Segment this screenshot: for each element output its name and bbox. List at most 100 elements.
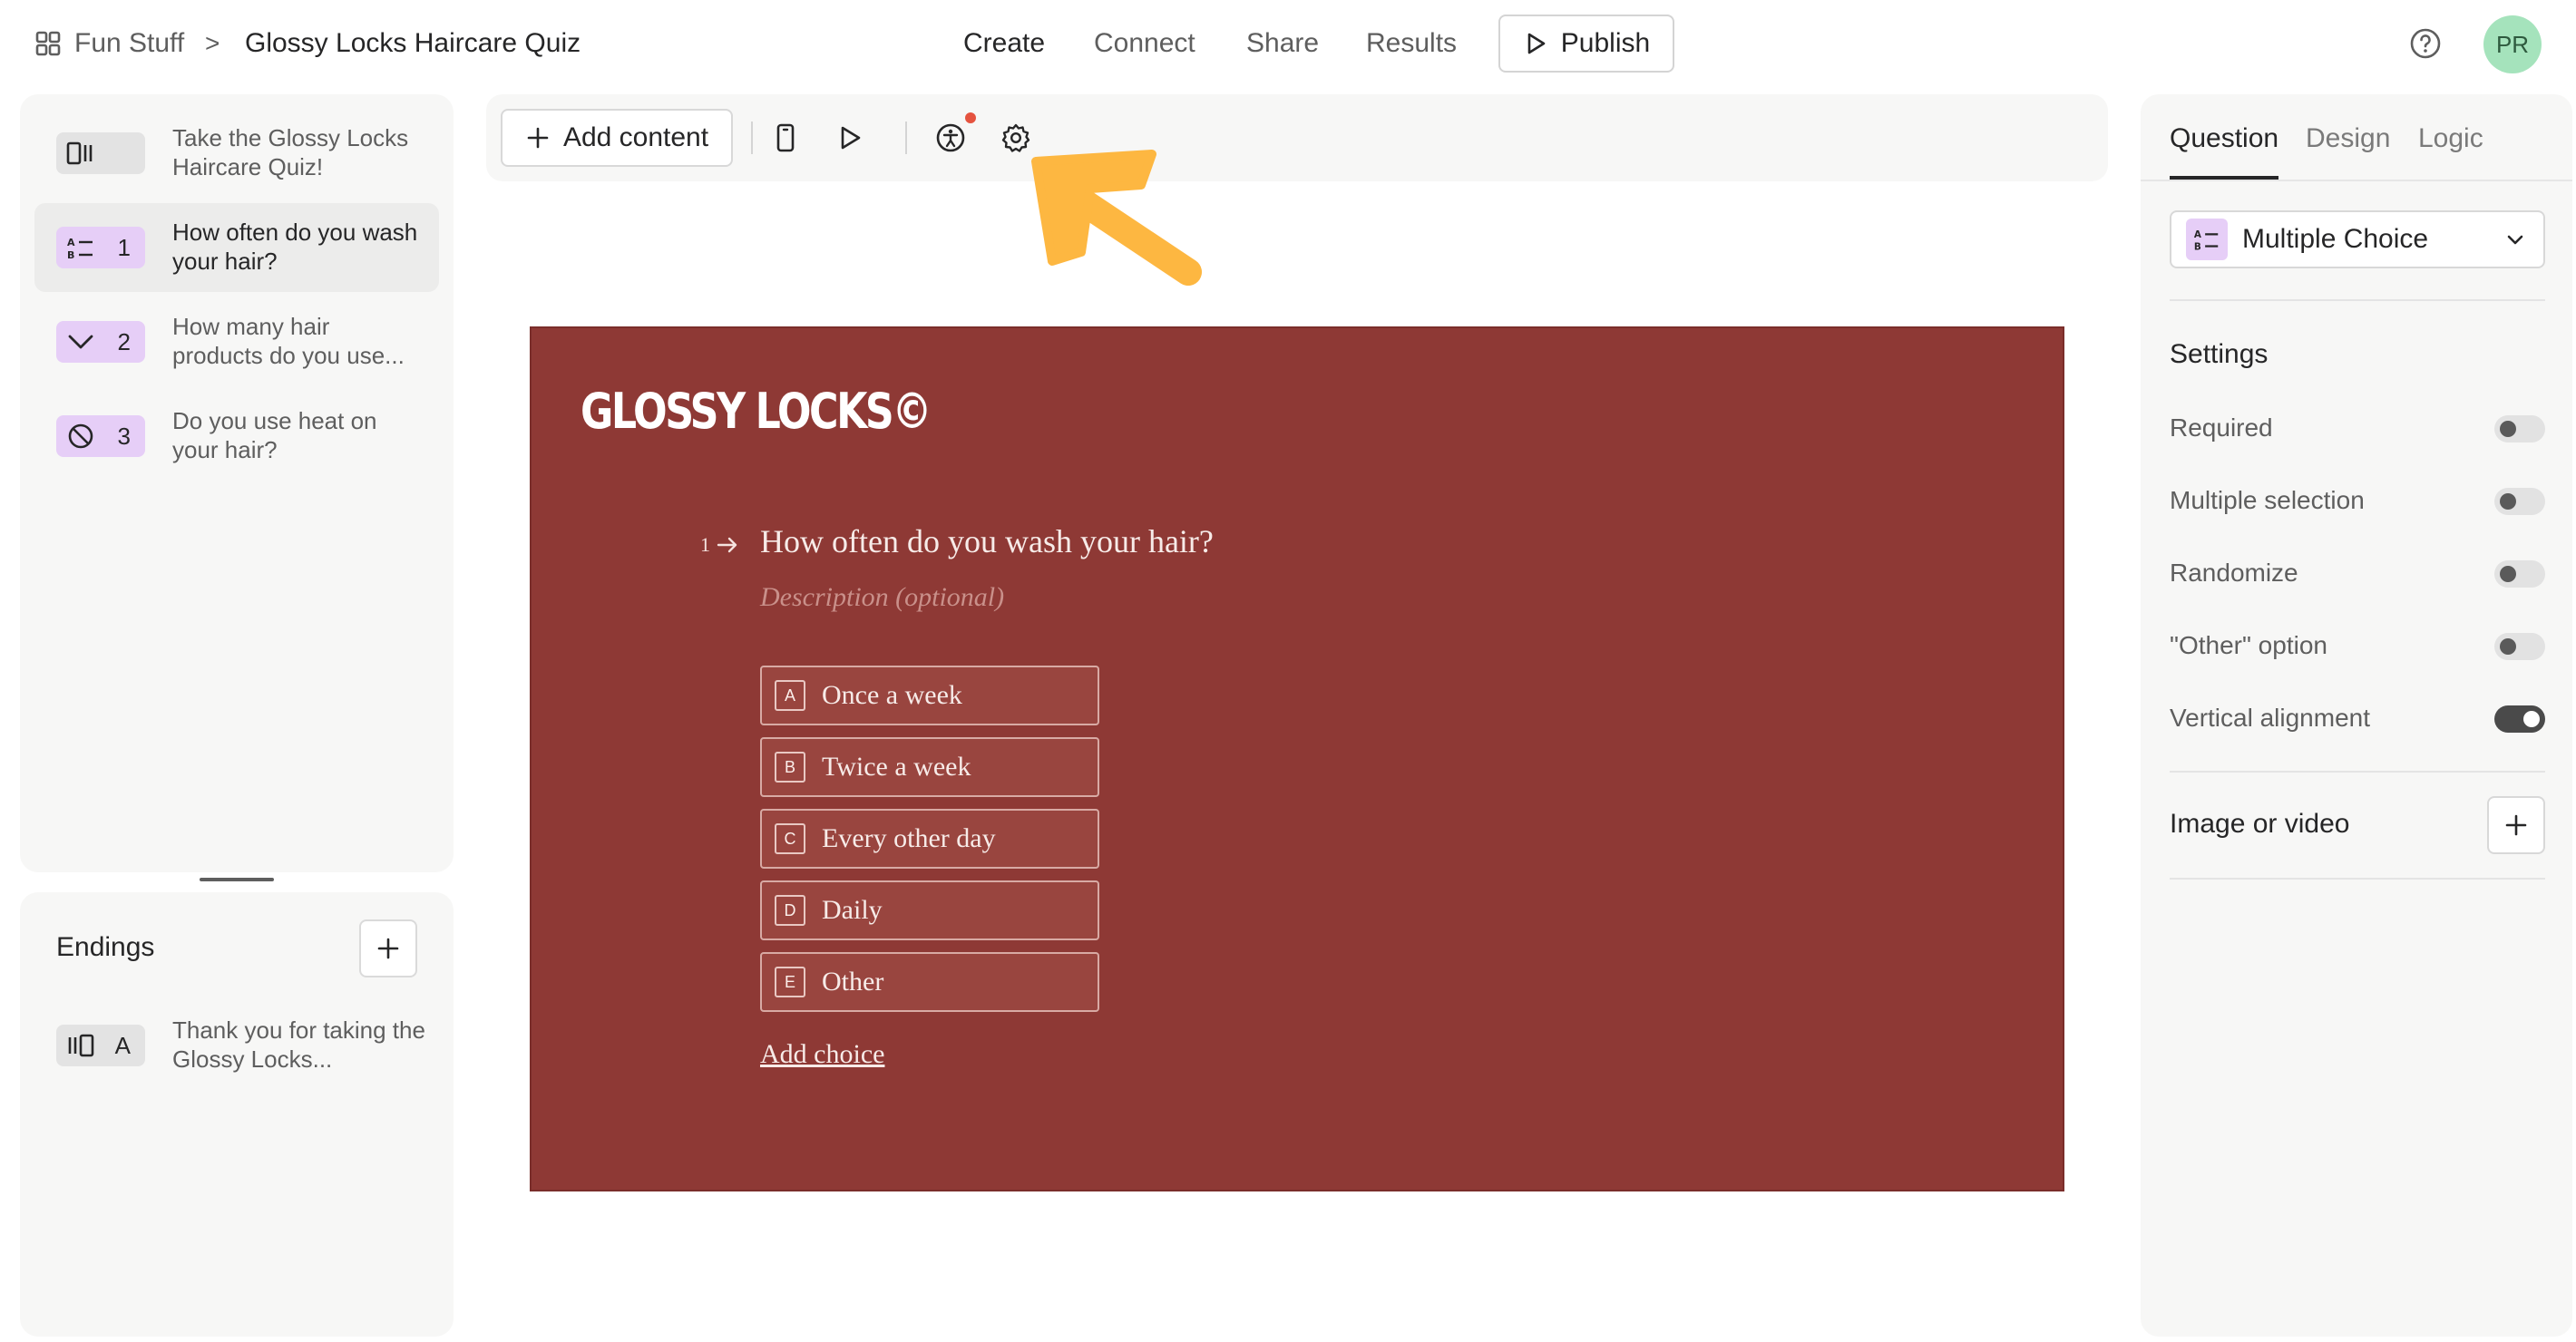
question-type-select[interactable]: A B Multiple Choice xyxy=(2170,210,2545,268)
question-list-text: Take the Glossy Locks Haircare Quiz! xyxy=(172,124,409,180)
question-number: 2 xyxy=(117,328,131,355)
plus-icon xyxy=(527,127,549,149)
question-title[interactable]: How often do you wash your hair? xyxy=(760,522,1214,560)
question-list-text: Do you use heat on your hair? xyxy=(172,407,377,463)
setting-randomize: Randomize xyxy=(2170,555,2545,591)
nav-share[interactable]: Share xyxy=(1246,24,1319,63)
choice-key: E xyxy=(775,967,805,997)
svg-text:B: B xyxy=(2194,241,2201,252)
avatar[interactable]: PR xyxy=(2483,15,2542,73)
top-bar: Fun Stuff > Glossy Locks Haircare Quiz C… xyxy=(0,0,2576,91)
breadcrumb-workspace[interactable]: Fun Stuff xyxy=(34,24,184,63)
choice-e[interactable]: E Other xyxy=(760,952,1099,1012)
annotation-arrow-icon xyxy=(1031,150,1202,286)
plus-icon xyxy=(2505,814,2527,836)
breadcrumb-form-title[interactable]: Glossy Locks Haircare Quiz xyxy=(245,24,581,63)
preview-play-icon[interactable] xyxy=(831,120,867,156)
section-divider xyxy=(2170,878,2545,880)
setting-label: Multiple selection xyxy=(2170,486,2365,514)
question-list-item-1[interactable]: A B 1 How often do you wash your hair? xyxy=(34,203,439,292)
settings-title: Settings xyxy=(2170,339,2269,369)
add-content-label: Add content xyxy=(562,122,709,152)
question-list-panel: Take the Glossy Locks Haircare Quiz! A B… xyxy=(20,94,454,872)
question-list-text: How often do you wash your hair? xyxy=(172,219,418,275)
add-choice-link[interactable]: Add choice xyxy=(760,1039,884,1070)
chevron-down-icon xyxy=(2507,235,2523,245)
tabs-divider xyxy=(2141,180,2572,181)
choice-b[interactable]: B Twice a week xyxy=(760,737,1099,797)
editor-toolbar: Add content xyxy=(486,94,2108,181)
setting-label: "Other" option xyxy=(2170,631,2327,659)
question-type-badge: 3 xyxy=(56,415,145,457)
help-icon[interactable] xyxy=(2407,25,2444,62)
multiple-choice-icon: A B xyxy=(67,237,93,261)
play-icon xyxy=(1527,33,1546,54)
question-type-badge: 2 xyxy=(56,321,145,363)
choice-c[interactable]: C Every other day xyxy=(760,809,1099,869)
image-or-video-label: Image or video xyxy=(2170,809,2350,839)
question-list-item-welcome[interactable]: Take the Glossy Locks Haircare Quiz! xyxy=(34,109,439,198)
section-divider xyxy=(2170,771,2545,773)
question-number-indicator: 1 xyxy=(700,533,739,557)
publish-button[interactable]: Publish xyxy=(1498,15,1674,73)
form-preview-canvas: GLOSSY LOCKS© 1 How often do you wash yo… xyxy=(530,326,2064,1191)
choice-label: Twice a week xyxy=(822,752,971,782)
question-list-text: How many hair products do you use... xyxy=(172,313,405,369)
add-content-button[interactable]: Add content xyxy=(501,109,733,167)
workspace-label: Fun Stuff xyxy=(74,28,185,58)
grid-icon xyxy=(35,31,61,56)
notification-dot xyxy=(965,112,976,123)
other-option-toggle[interactable] xyxy=(2494,633,2545,660)
tab-logic[interactable]: Logic xyxy=(2418,123,2483,154)
toolbar-divider xyxy=(905,122,907,154)
section-divider xyxy=(2170,299,2545,301)
setting-vertical-alignment: Vertical alignment xyxy=(2170,700,2545,736)
accessibility-icon[interactable] xyxy=(932,120,969,156)
arrow-right-icon xyxy=(717,537,737,553)
setting-label: Required xyxy=(2170,413,2273,442)
randomize-toggle[interactable] xyxy=(2494,560,2545,588)
question-list-item-2[interactable]: 2 How many hair products do you use... xyxy=(34,297,439,386)
ending-screen-icon xyxy=(68,1034,94,1057)
question-number: 3 xyxy=(117,423,131,450)
required-toggle[interactable] xyxy=(2494,415,2545,442)
tab-question[interactable]: Question xyxy=(2170,123,2278,154)
setting-label: Randomize xyxy=(2170,559,2298,587)
nav-connect[interactable]: Connect xyxy=(1094,24,1195,63)
vertical-alignment-toggle[interactable] xyxy=(2494,705,2545,733)
question-number: 1 xyxy=(117,234,131,261)
setting-other-option: "Other" option xyxy=(2170,627,2545,664)
add-ending-button[interactable] xyxy=(359,919,417,977)
toolbar-divider xyxy=(751,122,753,154)
choice-d[interactable]: D Daily xyxy=(760,880,1099,940)
choice-label: Daily xyxy=(822,895,883,925)
question-type-badge: A B 1 xyxy=(56,227,145,268)
choice-label: Once a week xyxy=(822,680,962,710)
question-list-item-3[interactable]: 3 Do you use heat on your hair? xyxy=(34,392,439,481)
endings-panel: Endings A Thank you for taking the Gloss… xyxy=(20,892,454,1337)
multiple-selection-toggle[interactable] xyxy=(2494,488,2545,515)
svg-text:A: A xyxy=(67,237,75,248)
endings-title: Endings xyxy=(56,932,155,962)
choice-key: C xyxy=(775,823,805,854)
nav-create[interactable]: Create xyxy=(963,24,1045,63)
ending-letter: A xyxy=(114,1032,131,1059)
resize-handle[interactable] xyxy=(200,878,274,881)
question-settings-panel: Question Design Logic A B Multiple Choic… xyxy=(2141,94,2572,1337)
question-description-input[interactable]: Description (optional) xyxy=(760,582,1004,613)
svg-text:A: A xyxy=(2194,229,2201,240)
choice-a[interactable]: A Once a week xyxy=(760,666,1099,725)
ending-list-text: Thank you for taking the Glossy Locks... xyxy=(172,1016,425,1073)
welcome-screen-icon xyxy=(66,141,93,165)
add-image-or-video-button[interactable] xyxy=(2487,796,2545,854)
choice-label: Every other day xyxy=(822,823,996,853)
nav-results[interactable]: Results xyxy=(1366,24,1457,63)
ending-badge: A xyxy=(56,1025,145,1066)
ending-list-item-a[interactable]: A Thank you for taking the Glossy Locks.… xyxy=(34,1001,439,1090)
mobile-preview-icon[interactable] xyxy=(767,120,804,156)
tab-design[interactable]: Design xyxy=(2306,123,2390,154)
choice-label: Other xyxy=(822,967,884,997)
setting-required: Required xyxy=(2170,410,2545,446)
plus-icon xyxy=(377,938,399,959)
question-type-label: Multiple Choice xyxy=(2242,224,2429,254)
